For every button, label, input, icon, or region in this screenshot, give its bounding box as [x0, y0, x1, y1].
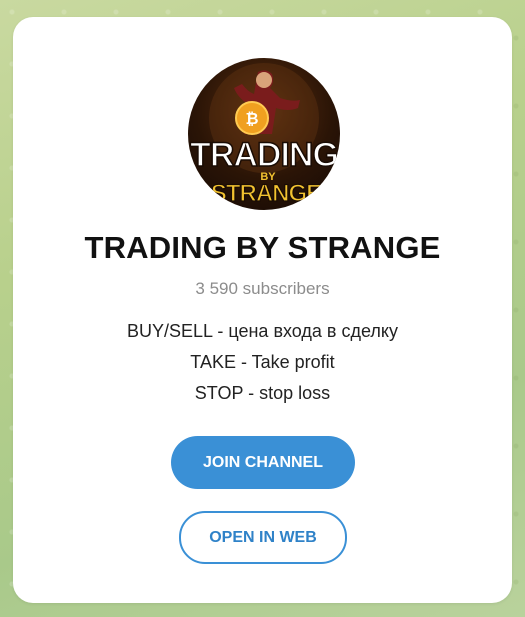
avatar-text-strange: STRANGE [211, 180, 322, 207]
figure-head [256, 72, 272, 88]
description-line: BUY/SELL - цена входа в сделку [127, 321, 398, 341]
channel-avatar: ₿ TRADING BY STRANGE [188, 58, 340, 210]
channel-title: TRADING BY STRANGE [84, 230, 441, 265]
description-line: TAKE - Take profit [190, 352, 335, 372]
channel-avatar-icon: ₿ TRADING BY STRANGE [189, 63, 340, 208]
description-line: STOP - stop loss [194, 383, 331, 403]
open-in-web-button[interactable]: OPEN IN WEB [179, 511, 347, 564]
bitcoin-symbol: ₿ [245, 109, 258, 128]
channel-preview-card: ₿ TRADING BY STRANGE TRADING BY STRANGE … [13, 17, 512, 603]
avatar-text-trading: TRADING [190, 136, 338, 174]
join-channel-button[interactable]: JOIN CHANNEL [171, 436, 355, 489]
channel-description: BUY/SELL - цена входа в сделку TAKE - Ta… [13, 316, 512, 409]
subscriber-count: 3 590 subscribers [195, 279, 330, 298]
